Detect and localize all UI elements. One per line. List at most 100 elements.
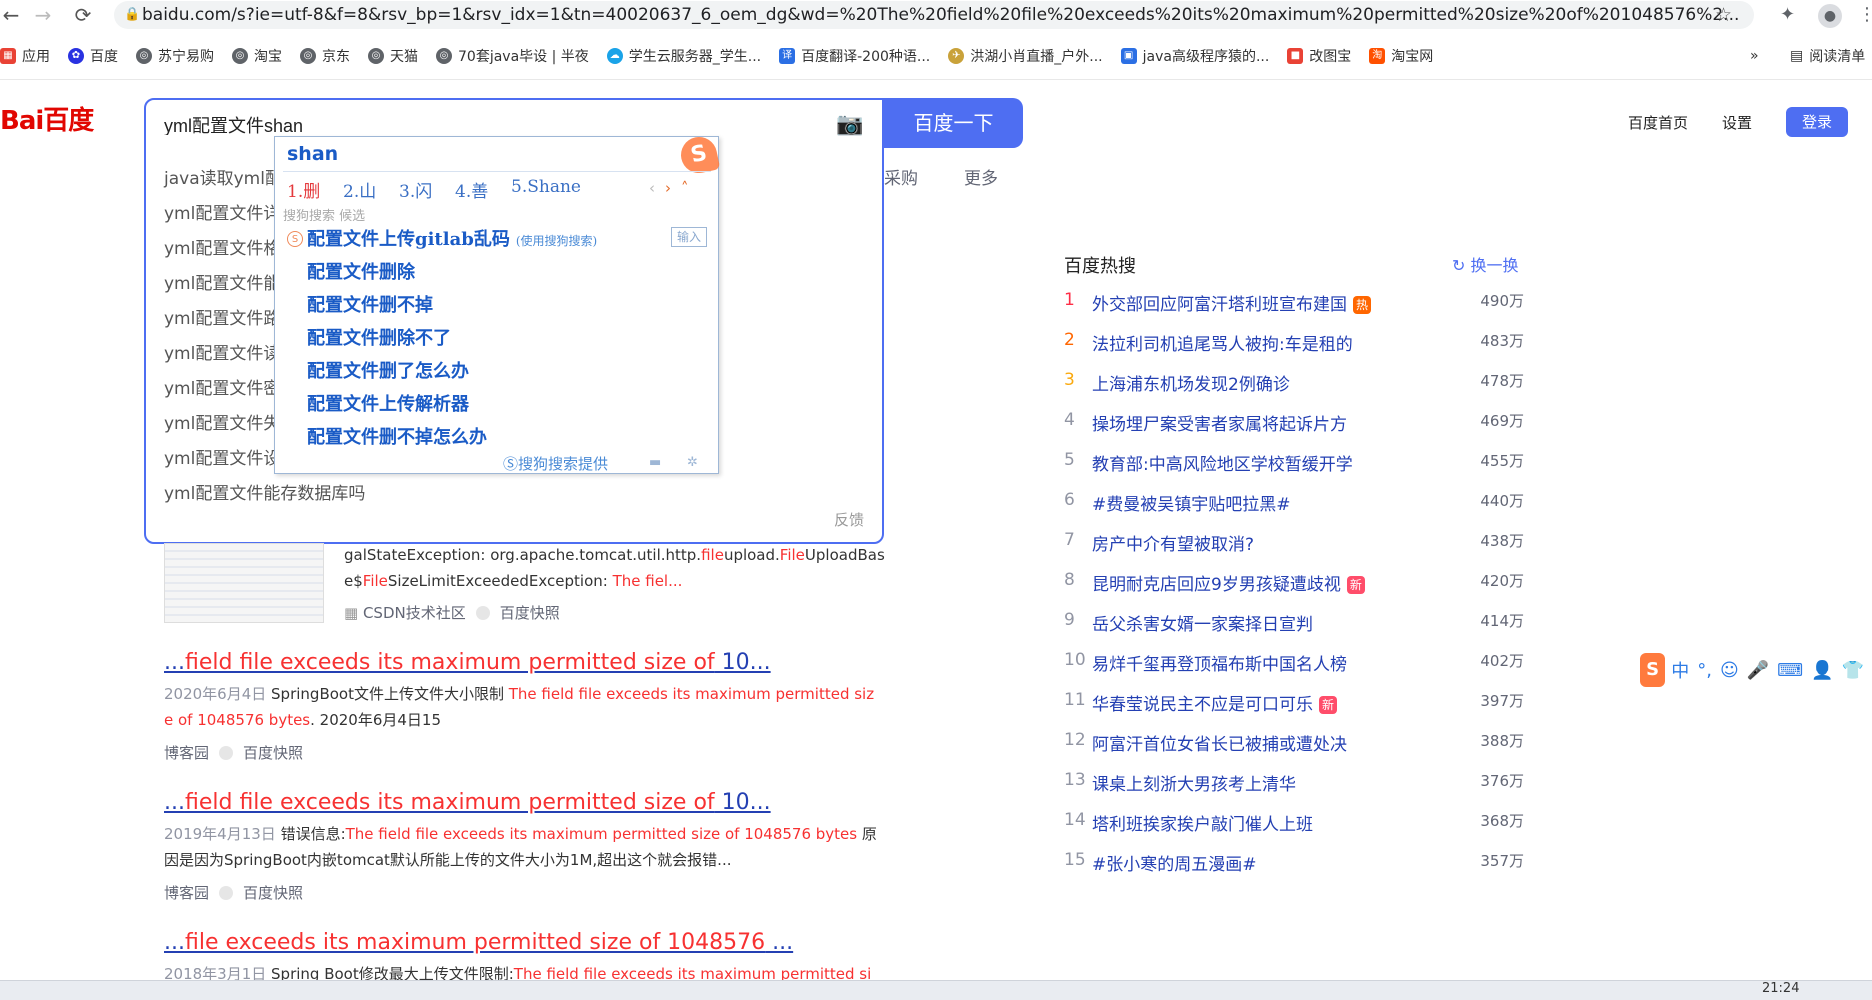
hot-title-link[interactable]: 华春莹说民主不应是可口可乐新 <box>1092 690 1337 715</box>
bookmark-star-icon[interactable]: ☆ <box>1715 1 1732 29</box>
bookmark-gaitubao[interactable]: ■ 改图宝 <box>1287 46 1351 66</box>
hot-title-link[interactable]: #张小寒的周五漫画# <box>1092 850 1257 875</box>
bookmark-student-cloud[interactable]: ☁ 学生云服务器_学生... <box>606 46 761 66</box>
ime-search-row[interactable]: 配置文件删除 <box>307 258 415 284</box>
hot-list-item[interactable]: 13 课桌上刻浙大男孩考上清华 376万 <box>1064 770 1524 800</box>
ime-search-row[interactable]: 配置文件上传gitlab乱码 (使用搜狗搜索) <box>307 225 597 251</box>
hot-title-link[interactable]: 阿富汗首位女省长已被捕或遭处决 <box>1092 730 1347 755</box>
hot-title-link[interactable]: 教育部:中高风险地区学校暂缓开学 <box>1092 450 1353 475</box>
baidu-logo[interactable]: Bai百度 <box>0 100 94 137</box>
hot-title-link[interactable]: 操场埋尸案受害者家属将起诉片方 <box>1092 410 1347 435</box>
suggestion-item[interactable]: yml配置文件路 <box>164 304 280 329</box>
baidu-home-link[interactable]: 百度首页 <box>1628 112 1688 133</box>
ime-search-row[interactable]: 配置文件删了怎么办 <box>307 357 469 383</box>
snapshot-link[interactable]: 百度快照 <box>243 744 303 762</box>
source-label[interactable]: CSDN技术社区 <box>363 604 466 622</box>
suggestion-item[interactable]: yml配置文件能 <box>164 269 280 294</box>
bookmark-baidu[interactable]: ✿ 百度 <box>68 46 118 66</box>
settings-gear-icon[interactable]: ✲ <box>687 455 698 470</box>
ime-footer[interactable]: Ⓢ搜狗搜索提供 <box>503 453 608 474</box>
settings-link[interactable]: 设置 <box>1722 112 1752 133</box>
back-arrow-icon[interactable]: ← <box>0 4 22 26</box>
hot-title-link[interactable]: 法拉利司机追尾骂人被拘:车是租的 <box>1092 330 1353 355</box>
forward-arrow-icon[interactable]: → <box>32 4 54 26</box>
snapshot-link[interactable]: 百度快照 <box>243 884 303 902</box>
hot-title-link[interactable]: 昆明耐克店回应9岁男孩疑遭歧视新 <box>1092 570 1365 595</box>
address-bar[interactable]: 🔒 baidu.com/s?ie=utf-8&f=8&rsv_bp=1&rsv_… <box>114 1 1754 29</box>
next-page-icon[interactable]: › <box>665 179 681 197</box>
bookmark-apps[interactable]: ▦ 应用 <box>0 46 50 66</box>
tab-procurement[interactable]: 采购 <box>884 164 918 189</box>
ime-candidate[interactable]: 4.善 <box>455 177 488 202</box>
reload-icon[interactable]: ⟳ <box>72 4 94 26</box>
suggestion-item[interactable]: yml配置文件读 <box>164 339 280 364</box>
hot-list-item[interactable]: 10 易烊千玺再登顶福布斯中国名人榜 402万 <box>1064 650 1524 680</box>
hot-list-item[interactable]: 2 法拉利司机追尾骂人被拘:车是租的 483万 <box>1064 330 1524 360</box>
prev-page-icon[interactable]: ‹ <box>649 179 665 197</box>
hot-title-link[interactable]: 课桌上刻浙大男孩考上清华 <box>1092 770 1296 795</box>
hot-title-link[interactable]: 塔利班挨家挨户敲门催人上班 <box>1092 810 1313 835</box>
hot-title-link[interactable]: 岳父杀害女婿一家案择日宣判 <box>1092 610 1313 635</box>
hot-list-item[interactable]: 9 岳父杀害女婿一家案择日宣判 414万 <box>1064 610 1524 640</box>
suggestion-item[interactable]: java读取yml配 <box>164 164 282 189</box>
ime-candidate[interactable]: 5.Shane <box>511 177 581 197</box>
ime-candidate[interactable]: 3.闪 <box>399 177 432 202</box>
keyboard-icon[interactable]: ⌨ <box>1777 660 1803 681</box>
hot-list-item[interactable]: 15 #张小寒的周五漫画# 357万 <box>1064 850 1524 880</box>
refresh-button[interactable]: ↻ 换一换 <box>1452 252 1519 276</box>
hot-list-item[interactable]: 8 昆明耐克店回应9岁男孩疑遭歧视新 420万 <box>1064 570 1524 600</box>
bookmark-baidu-translate[interactable]: 译百度翻译-200种语... <box>779 46 930 66</box>
menu-dots-icon[interactable]: ⋮ <box>1858 4 1872 25</box>
suggestion-item[interactable]: yml配置文件能存数据库吗 <box>164 479 365 504</box>
source-label[interactable]: 博客园 <box>164 884 209 902</box>
bookmark-java-senior[interactable]: ▣ java高级程序猿的... <box>1120 46 1269 66</box>
bookmark-suning[interactable]: ◎ 苏宁易购 <box>136 46 214 66</box>
punctuation-icon[interactable]: °, <box>1697 660 1712 681</box>
source-label[interactable]: 博客园 <box>164 744 209 762</box>
hot-list-item[interactable]: 3 上海浦东机场发现2例确诊 478万 <box>1064 370 1524 400</box>
profile-avatar-icon[interactable]: ● <box>1818 4 1842 28</box>
ime-search-row[interactable]: 配置文件删除不了 <box>307 324 451 350</box>
hot-title-link[interactable]: 外交部回应阿富汗塔利班宣布建国热 <box>1092 290 1371 315</box>
ime-search-row[interactable]: 配置文件删不掉 <box>307 291 433 317</box>
reading-list[interactable]: ▤ 阅读清单 <box>1790 46 1865 66</box>
bookmark-jd[interactable]: ◎ 京东 <box>300 46 350 66</box>
result-thumbnail[interactable] <box>164 543 324 623</box>
emoji-icon[interactable]: ☺ <box>1720 660 1739 681</box>
hot-list-item[interactable]: 7 房产中介有望被取消? 438万 <box>1064 530 1524 560</box>
extensions-icon[interactable]: ✦ <box>1780 4 1795 25</box>
bookmark-taobao-net[interactable]: 淘淘宝网 <box>1369 46 1433 66</box>
skin-shirt-icon[interactable]: 👕 <box>1842 660 1864 681</box>
camera-icon[interactable]: 📷 <box>836 112 863 137</box>
suggestion-item[interactable]: yml配置文件格 <box>164 234 280 259</box>
hot-title-link[interactable]: 上海浦东机场发现2例确诊 <box>1092 370 1290 395</box>
bookmark-taobao[interactable]: ◎ 淘宝 <box>232 46 282 66</box>
hot-title-link[interactable]: 房产中介有望被取消? <box>1092 530 1254 555</box>
hot-list-item[interactable]: 14 塔利班挨家挨户敲门催人上班 368万 <box>1064 810 1524 840</box>
user-icon[interactable]: 👤 <box>1811 660 1833 681</box>
suggestion-item[interactable]: yml配置文件密 <box>164 374 280 399</box>
search-button[interactable]: 百度一下 <box>884 98 1023 148</box>
hot-list-item[interactable]: 4 操场埋尸案受害者家属将起诉片方 469万 <box>1064 410 1524 440</box>
bookmark-java-projects[interactable]: ◎ 70套java毕设 | 半夜 <box>436 46 589 66</box>
chat-icon[interactable]: ▬ <box>649 455 661 470</box>
bookmarks-overflow[interactable]: » <box>1750 48 1759 64</box>
collapse-icon[interactable]: ˄ <box>681 179 699 197</box>
hot-list-item[interactable]: 1 外交部回应阿富汗塔利班宣布建国热 490万 <box>1064 290 1524 320</box>
microphone-icon[interactable]: 🎤 <box>1747 660 1769 681</box>
ime-candidate[interactable]: 2.山 <box>343 177 376 202</box>
bookmark-live[interactable]: ✈ 洪湖小肖直播_户外... <box>948 46 1103 66</box>
hot-title-link[interactable]: 易烊千玺再登顶福布斯中国名人榜 <box>1092 650 1347 675</box>
tab-more[interactable]: 更多 <box>964 164 998 189</box>
suggestion-item[interactable]: yml配置文件设 <box>164 444 280 469</box>
sogou-logo-icon[interactable]: S <box>1640 653 1666 687</box>
ime-input-button[interactable]: 输入 <box>671 227 707 247</box>
login-button[interactable]: 登录 <box>1786 107 1848 137</box>
hot-list-item[interactable]: 6 #费曼被吴镇宇贴吧拉黑# 440万 <box>1064 490 1524 520</box>
hot-list-item[interactable]: 12 阿富汗首位女省长已被捕或遭处决 388万 <box>1064 730 1524 760</box>
result-title-link[interactable]: ...file exceeds its maximum permitted si… <box>164 930 793 955</box>
suggestion-item[interactable]: yml配置文件详 <box>164 199 280 224</box>
hot-title-link[interactable]: #费曼被吴镇宇贴吧拉黑# <box>1092 490 1291 515</box>
feedback-link[interactable]: 反馈 <box>834 509 864 530</box>
search-input[interactable] <box>164 114 724 135</box>
